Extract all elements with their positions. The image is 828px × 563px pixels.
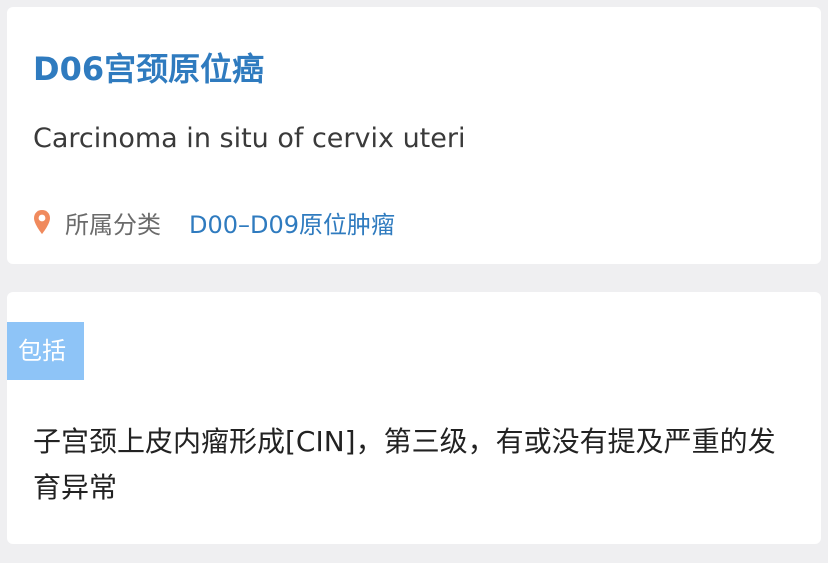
includes-tag: 包括 [7, 322, 84, 380]
category-label: 所属分类 [65, 210, 161, 239]
entry-card: D06宫颈原位癌 Carcinoma in situ of cervix ute… [7, 7, 821, 264]
category-link[interactable]: D00–D09原位肿瘤 [189, 205, 395, 240]
includes-card: 包括 子宫颈上皮内瘤形成[CIN]，第三级，有或没有提及严重的发育异常 [7, 292, 821, 544]
location-pin-icon [33, 209, 51, 235]
includes-text: 子宫颈上皮内瘤形成[CIN]，第三级，有或没有提及严重的发育异常 [33, 425, 776, 504]
english-name: Carcinoma in situ of cervix uteri [33, 123, 466, 154]
category-row: 所属分类 D00–D09原位肿瘤 [33, 205, 395, 239]
entry-title: D06宫颈原位癌 [33, 50, 265, 88]
